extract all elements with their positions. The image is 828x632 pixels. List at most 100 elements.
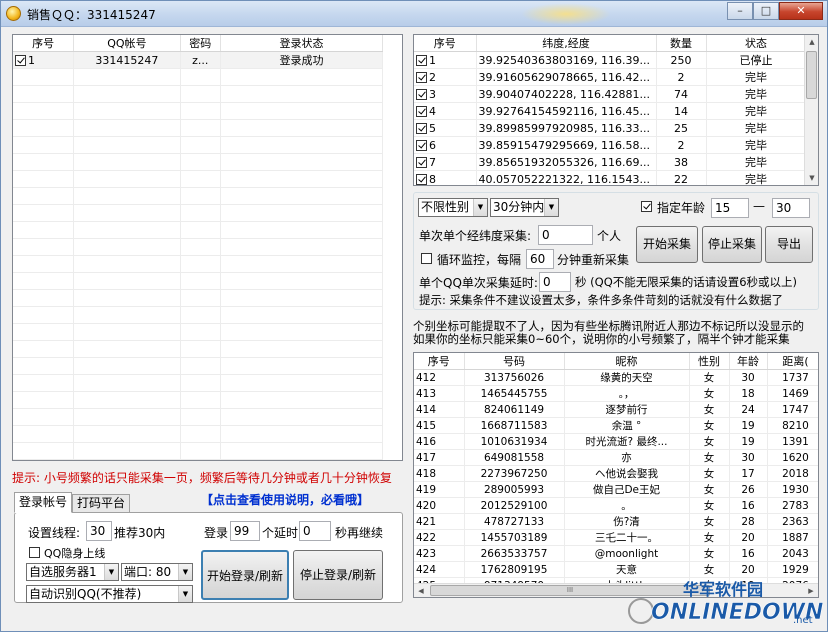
invisible-login-checkbox[interactable]: [29, 547, 40, 558]
result-distance: 2363: [767, 513, 818, 530]
result-age: 17: [729, 465, 768, 482]
threads-input[interactable]: 30: [86, 521, 112, 541]
age-checkbox[interactable]: [641, 201, 652, 212]
coord-status: 完毕: [706, 119, 807, 137]
coord-row-select[interactable]: 6: [414, 136, 477, 154]
coord-row-checkbox[interactable]: [416, 88, 427, 100]
results-grid[interactable]: 序号 号码 昵称 性别 年龄 距离( 412 313756026 缘黄的天空女 30 1737 41…: [413, 352, 819, 598]
result-row[interactable]: 422 1455703189 三乇二十一。女 20 1887: [414, 529, 818, 546]
scroll-up-icon[interactable]: ▲: [805, 35, 818, 49]
scroll-left-icon[interactable]: ◀: [414, 584, 428, 597]
coord-row[interactable]: 5 39.89985997920985, 116.33... 25 完毕: [414, 119, 807, 137]
coord-row[interactable]: 3 39.90407402228, 116.42881... 74 完毕: [414, 85, 807, 103]
tab-captcha-platform[interactable]: 打码平台: [72, 494, 130, 513]
age-max-input[interactable]: 30: [772, 198, 810, 218]
result-no: 420: [414, 497, 465, 514]
result-row[interactable]: 418 2273967250 ヘ他说会娶我女 17 2018: [414, 465, 818, 482]
coord-row[interactable]: 4 39.92764154592116, 116.45... 14 完毕: [414, 102, 807, 120]
coords-scroll-thumb[interactable]: [806, 51, 817, 99]
login-count-input[interactable]: 99: [230, 521, 260, 541]
result-nickname: 。: [564, 497, 690, 514]
accounts-grid[interactable]: 序号 QQ帐号 密码 登录状态 1 331415247 z... 登录成功: [12, 34, 403, 461]
age-label: 指定年龄: [657, 201, 706, 215]
start-login-button[interactable]: 开始登录/刷新: [201, 550, 289, 600]
coord-row-no: 4: [429, 104, 436, 118]
coord-row-select[interactable]: 7: [414, 153, 477, 171]
result-row[interactable]: 414 824061149 逐梦前行女 24 1747: [414, 401, 818, 418]
result-age: 16: [729, 545, 768, 562]
empty-row: [13, 170, 383, 188]
captcha-mode-select[interactable]: 自动识别QQ(不推荐) ▼: [26, 585, 193, 603]
coords-column-header: 数量: [656, 35, 707, 52]
title-bar[interactable]: 销售ＱＱ：331415247 – □ ✕: [1, 1, 827, 27]
coord-row-select[interactable]: 2: [414, 68, 477, 86]
result-qq: 289005993: [464, 481, 565, 498]
coords-vscroll[interactable]: ▲ ▼: [804, 35, 818, 185]
coord-row[interactable]: 2 39.91605629078665, 116.42... 2 完毕: [414, 68, 807, 86]
coord-row-checkbox[interactable]: [416, 122, 427, 134]
result-row[interactable]: 413 1465445755。，女 18 1469: [414, 385, 818, 402]
coord-row-select[interactable]: 8: [414, 170, 477, 185]
result-row[interactable]: 416 1010631934 时光流逝? 最终... 女 19 1391: [414, 433, 818, 450]
result-row[interactable]: 415 1668711583 余温 ° 女 19 8210: [414, 417, 818, 434]
coord-row-select[interactable]: 3: [414, 85, 477, 103]
result-row[interactable]: 417 649081558 亦女 30 1620: [414, 449, 818, 466]
results-column-header: 年龄: [729, 353, 768, 370]
result-row[interactable]: 421 478727133 伤?清女 28 2363: [414, 513, 818, 530]
age-min-input[interactable]: 15: [711, 198, 749, 218]
result-qq: 1010631934: [464, 433, 565, 450]
result-row[interactable]: 423 2663533757 @moonlight 女 16 2043: [414, 545, 818, 562]
gender-select[interactable]: 不限性别 ▼: [418, 198, 488, 217]
tab-login-account[interactable]: 登录帐号: [14, 492, 72, 513]
result-row[interactable]: 424 1762809195 天意女 20 1929: [414, 561, 818, 578]
coord-row-checkbox[interactable]: [416, 139, 427, 151]
login-delay-input[interactable]: 0: [299, 521, 331, 541]
server-select[interactable]: 自选服务器1 ▼: [26, 563, 119, 581]
account-row-select[interactable]: 1: [13, 51, 75, 69]
coord-row-checkbox[interactable]: [416, 71, 427, 83]
result-row[interactable]: 412 313756026 缘黄的天空女 30 1737: [414, 369, 818, 386]
coord-status: 完毕: [706, 102, 807, 120]
coord-row[interactable]: 7 39.85651932055326, 116.69... 38 完毕: [414, 153, 807, 171]
result-row[interactable]: 420 2012529100。女 16 2783: [414, 497, 818, 514]
minimize-button[interactable]: –: [727, 2, 753, 20]
coord-row-checkbox[interactable]: [416, 54, 427, 66]
per-coord-input[interactable]: 0: [538, 225, 593, 245]
chevron-down-icon: ▼: [104, 564, 118, 580]
stop-collect-button[interactable]: 停止采集: [702, 226, 762, 263]
result-nickname: 做自己De王妃: [564, 481, 690, 498]
coord-row-checkbox[interactable]: [416, 105, 427, 117]
stop-login-button[interactable]: 停止登录/刷新: [293, 550, 383, 600]
account-row-checkbox[interactable]: [15, 54, 26, 66]
coord-row-checkbox[interactable]: [416, 156, 427, 168]
coord-row[interactable]: 1 39.92540363803169, 116.39... 250 已停止: [414, 51, 807, 69]
port-select[interactable]: 端口: 80 ▼: [121, 563, 193, 581]
account-row[interactable]: 1 331415247 z... 登录成功: [13, 51, 383, 69]
coord-row-select[interactable]: 1: [414, 51, 477, 69]
coords-grid[interactable]: 序号 纬度,经度 数量 状态 1 39.92540363803169, 116.39..…: [413, 34, 819, 186]
accounts-column-header: 登录状态: [220, 35, 383, 52]
login-count-label: 登录: [204, 526, 229, 540]
result-distance: 2018: [767, 465, 818, 482]
coord-row-checkbox[interactable]: [416, 173, 427, 185]
result-row[interactable]: 419 289005993 做自己De王妃女 26 1930: [414, 481, 818, 498]
result-nickname: ヘ他说会娶我: [564, 465, 690, 482]
time-range-select[interactable]: 30分钟内 ▼: [490, 198, 559, 217]
coord-row[interactable]: 6 39.85915479295669, 116.58... 2 完毕: [414, 136, 807, 154]
result-age: 30: [729, 369, 768, 386]
result-nickname: 逐梦前行: [564, 401, 690, 418]
help-link[interactable]: 【点击查看使用说明，必看哦】: [201, 491, 369, 508]
maximize-button[interactable]: □: [753, 2, 779, 20]
coord-row[interactable]: 8 40.057052221322, 116.1543... 22 完毕: [414, 170, 807, 185]
loop-checkbox[interactable]: [421, 253, 432, 264]
delay-input[interactable]: 0: [539, 272, 571, 292]
coord-row-select[interactable]: 4: [414, 102, 477, 120]
close-button[interactable]: ✕: [779, 2, 823, 20]
empty-row: [13, 289, 383, 307]
scroll-down-icon[interactable]: ▼: [805, 171, 818, 185]
loop-interval-input[interactable]: 60: [526, 249, 554, 269]
start-collect-button[interactable]: 开始采集: [636, 226, 698, 263]
coord-row-select[interactable]: 5: [414, 119, 477, 137]
export-button[interactable]: 导出: [765, 226, 813, 263]
coord-latlng: 39.92764154592116, 116.45...: [476, 102, 657, 120]
